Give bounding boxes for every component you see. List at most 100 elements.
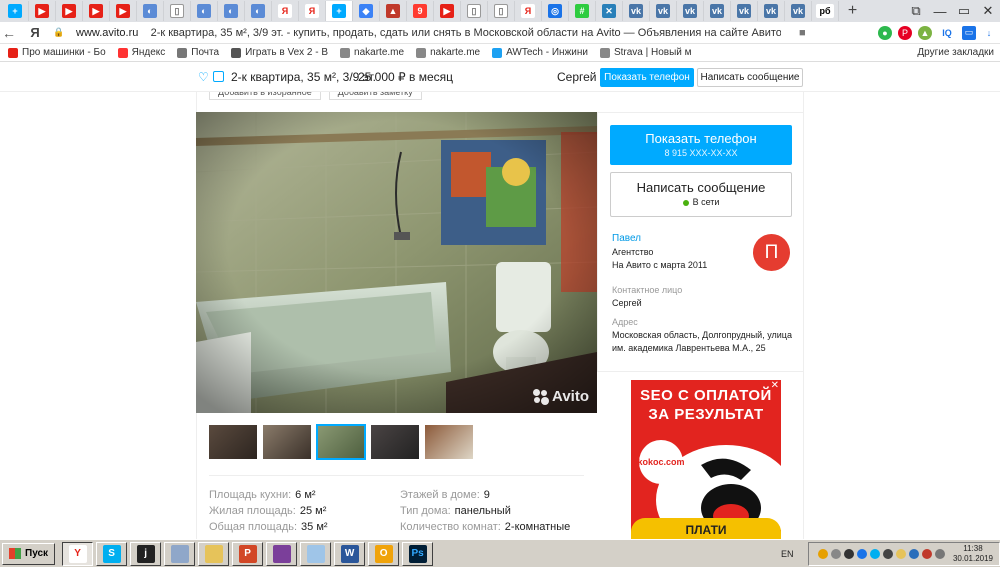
calculator-app[interactable] <box>164 541 196 566</box>
yandex-browser-app[interactable]: Y <box>62 541 94 566</box>
tray-icon-3[interactable] <box>843 549 854 559</box>
winrar-app[interactable] <box>266 541 298 566</box>
language-indicator[interactable]: EN <box>781 549 794 559</box>
browser-tab[interactable]: ▯ <box>461 1 488 21</box>
minimize-icon[interactable]: — <box>928 4 952 19</box>
browser-tab[interactable]: ◎ <box>542 1 569 21</box>
tray-skype-icon[interactable] <box>869 549 880 559</box>
lock-icon[interactable]: 🔒 <box>50 27 68 38</box>
iq-icon[interactable]: IQ <box>938 26 956 40</box>
param-value: панельный <box>454 505 511 517</box>
folder-app[interactable] <box>198 541 230 566</box>
browser-tab[interactable]: vk <box>650 1 677 21</box>
extension-vpn-icon[interactable]: ▲ <box>918 25 932 40</box>
new-tab-button[interactable]: + <box>839 1 866 21</box>
photo-thumbnail[interactable] <box>263 425 311 459</box>
browser-tab[interactable]: ◐ <box>218 1 245 21</box>
download-icon[interactable]: ↓ <box>982 26 996 40</box>
browser-tab[interactable]: ◆ <box>353 1 380 21</box>
bookmark-item[interactable]: nakarte.me <box>416 47 480 58</box>
browser-tab[interactable]: vk <box>677 1 704 21</box>
browser-tab[interactable]: ▶ <box>434 1 461 21</box>
note-icon[interactable] <box>213 71 224 82</box>
favorite-heart-icon[interactable]: ♡ <box>198 71 210 83</box>
youtube-icon: ▶ <box>89 4 103 18</box>
browser-tab[interactable]: vk <box>731 1 758 21</box>
outlook-app[interactable]: O <box>368 541 400 566</box>
browser-tab[interactable]: Я <box>272 1 299 21</box>
url-field[interactable]: www.avito.ru 2-к квартира, 35 м², 3/9 эт… <box>76 27 781 39</box>
browser-tab[interactable]: vk <box>623 1 650 21</box>
tray-icon-8[interactable] <box>908 549 919 559</box>
system-tray: EN 11:38 30.01.2019 <box>781 542 1000 566</box>
photo-thumbnail[interactable] <box>425 425 473 459</box>
yandex-logo[interactable]: Я <box>26 25 44 40</box>
bookmark-item[interactable]: Про машинки - Бо <box>8 47 106 58</box>
seo-ad-banner[interactable]: ✕ SEO С ОПЛАТОЙ ЗА РЕЗУЛЬТАТ kokoc.com П… <box>631 380 781 539</box>
close-window-icon[interactable]: ✕ <box>976 3 1000 19</box>
maximize-icon[interactable]: ▭ <box>952 3 976 19</box>
tray-icon-6[interactable] <box>882 549 893 559</box>
show-phone-button-sticky[interactable]: Показать телефон <box>600 68 694 87</box>
powerpoint-app[interactable]: P <box>232 541 264 566</box>
clock[interactable]: 11:38 30.01.2019 <box>953 544 993 564</box>
browser-tab[interactable]: рб <box>812 1 839 21</box>
photoshop-app[interactable]: Ps <box>402 541 434 566</box>
browser-tab[interactable]: Я <box>299 1 326 21</box>
browser-tab[interactable]: vk <box>704 1 731 21</box>
browser-tab[interactable]: # <box>569 1 596 21</box>
screen-icon[interactable]: ▭ <box>962 25 976 40</box>
bookmark-item[interactable]: Играть в Vex 2 - В <box>231 47 328 58</box>
bookmark-item[interactable]: Strava | Новый м <box>599 47 692 58</box>
browser-tab[interactable]: ▯ <box>164 1 191 21</box>
tray-icon-1[interactable] <box>817 549 828 559</box>
tray-volume-icon[interactable] <box>934 549 945 559</box>
browser-tab[interactable]: ▯ <box>488 1 515 21</box>
tray-icon-2[interactable] <box>830 549 841 559</box>
other-bookmarks[interactable]: Другие закладки <box>917 47 1000 58</box>
browser-tab[interactable]: vk <box>785 1 812 21</box>
browser-tab[interactable]: ▶ <box>83 1 110 21</box>
main-photo[interactable]: Avito <box>196 112 597 413</box>
browser-tab[interactable]: vk <box>758 1 785 21</box>
bookmark-item[interactable]: Яндекс <box>117 47 165 58</box>
bookmark-item[interactable]: Почта <box>177 47 219 58</box>
word-app[interactable]: W <box>334 541 366 566</box>
browser-tab[interactable]: ✕ <box>596 1 623 21</box>
browser-tab[interactable]: ▲ <box>380 1 407 21</box>
browser-tab[interactable]: + <box>2 1 29 21</box>
browser-tab[interactable]: Я <box>515 1 542 21</box>
photo-thumbnail[interactable] <box>209 425 257 459</box>
tray-icon-4[interactable] <box>856 549 867 559</box>
seller-name-link[interactable]: Павел <box>612 233 641 244</box>
photo-thumbnail[interactable] <box>316 424 366 460</box>
browser-tab[interactable]: + <box>326 1 353 21</box>
browser-tab[interactable]: ◐ <box>191 1 218 21</box>
bookmark-item[interactable]: nakarte.me <box>340 47 404 58</box>
back-button[interactable]: ← <box>0 25 18 41</box>
extension-green-icon[interactable]: ● <box>878 25 892 40</box>
browser-tab[interactable]: ▶ <box>29 1 56 21</box>
pinterest-icon[interactable]: P <box>898 25 912 40</box>
browser-tab[interactable]: 9 <box>407 1 434 21</box>
browser-tab[interactable]: ◐ <box>137 1 164 21</box>
write-message-button-sticky[interactable]: Написать сообщение <box>697 68 803 87</box>
show-phone-button[interactable]: Показать телефон 8 915 XXX-XX-XX <box>610 125 792 165</box>
ad-pay-button[interactable]: ПЛАТИ <box>631 518 781 539</box>
web-icon: ◐ <box>197 4 211 18</box>
seller-avatar[interactable]: П <box>753 234 790 271</box>
skype-app[interactable]: S <box>96 541 128 566</box>
write-message-button[interactable]: Написать сообщение В сети <box>610 172 792 217</box>
itunes-app[interactable]: j <box>130 541 162 566</box>
bookmark-star-icon[interactable]: ■ <box>799 27 806 39</box>
browser-tab[interactable]: ▶ <box>56 1 83 21</box>
tray-icon-9[interactable] <box>921 549 932 559</box>
photo-thumbnail[interactable] <box>371 425 419 459</box>
browser-tab[interactable]: ◐ <box>245 1 272 21</box>
notes-app[interactable] <box>300 541 332 566</box>
start-button[interactable]: Пуск <box>2 542 56 565</box>
browser-tab[interactable]: ▶ <box>110 1 137 21</box>
bookmark-item[interactable]: AWTech - Инжини <box>492 47 588 58</box>
restore-window-icon[interactable]: ⧉ <box>904 3 928 19</box>
tray-icon-7[interactable] <box>895 549 906 559</box>
